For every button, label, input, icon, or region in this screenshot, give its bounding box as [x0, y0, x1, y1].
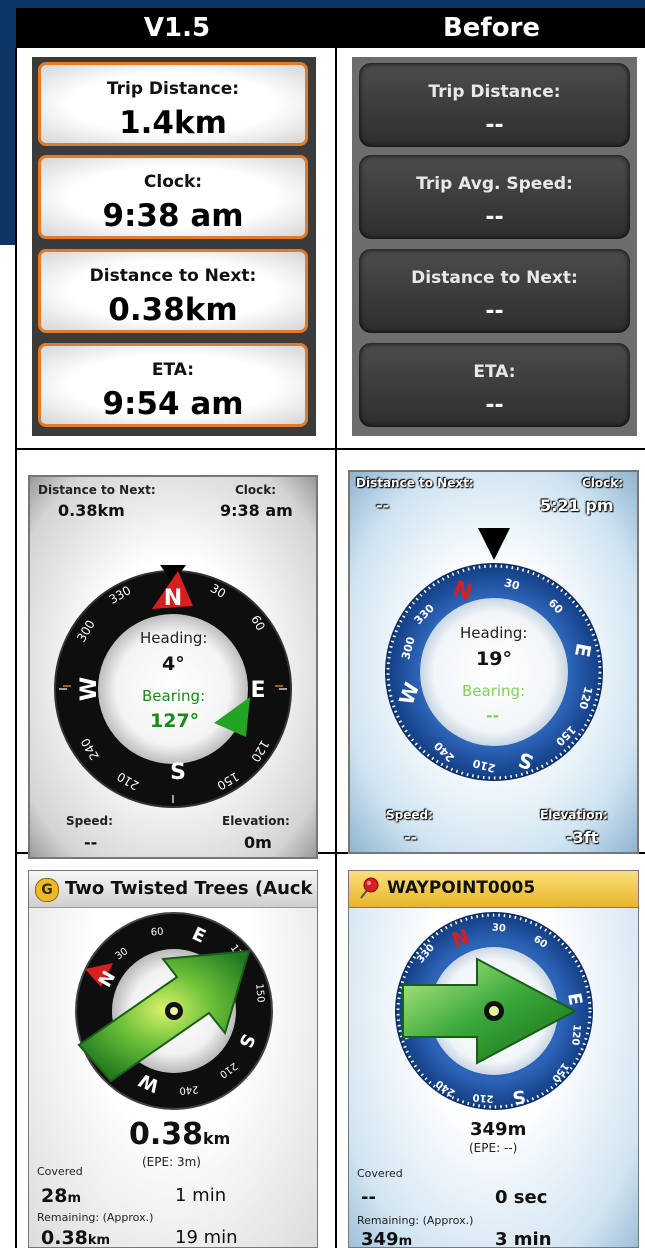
header-before: Before [442, 13, 541, 43]
grid-line-middle [335, 48, 337, 1248]
remaining-distance-unit: m [398, 1234, 413, 1248]
grid-line-left [15, 48, 17, 1248]
speed-value: -- [84, 833, 98, 852]
field-label: Trip Distance: [428, 82, 561, 102]
bearing-label: Bearing: [142, 687, 206, 705]
elevation-label: Elevation: [222, 814, 290, 828]
remaining-distance-value: 0.38 [41, 1227, 88, 1248]
tick-150: 150 [253, 983, 266, 1003]
field-label: Distance to Next: [411, 268, 578, 288]
tick-210: 210 [472, 1091, 494, 1104]
background-band [0, 0, 16, 245]
speed-value: -- [404, 828, 418, 847]
speed-label: Speed: [66, 814, 113, 828]
field-label: Distance to Next: [89, 266, 257, 286]
tick-30: 30 [491, 922, 506, 934]
field-label: Trip Distance: [106, 79, 240, 99]
navigation-old-panel: WAYPOINT0005 N E S W 30 60 120 150 210 2… [348, 870, 639, 1248]
remaining-distance-unit: km [87, 1233, 111, 1248]
field-value: -- [485, 393, 504, 418]
field-label: Clock: [143, 172, 203, 192]
remaining-distance: 349m [361, 1229, 413, 1248]
waypoint-title: WAYPOINT0005 [387, 878, 536, 898]
navigation-compass: N E S W 30 60 120 150 210 240 330 [395, 912, 593, 1110]
data-fields-new-panel: Trip Distance: 1.4km Clock: 9:38 am Dist… [32, 57, 316, 436]
field-trip-distance-old[interactable]: Trip Distance: -- [359, 63, 630, 147]
covered-distance: 28m [41, 1185, 81, 1207]
waypoint-title-bar[interactable]: WAYPOINT0005 [349, 871, 638, 908]
field-trip-distance[interactable]: Trip Distance: 1.4km [38, 62, 308, 146]
remaining-label: Remaining: (Approx.) [357, 1214, 474, 1227]
field-value: 1.4km [119, 105, 227, 141]
header-new-version: V1.5 [143, 13, 211, 43]
tick-60: 60 [150, 926, 164, 938]
geocache-icon: G [35, 878, 59, 902]
field-eta[interactable]: ETA: 9:54 am [38, 343, 308, 427]
field-distance-to-next[interactable]: Distance to Next: 0.38km [38, 249, 308, 333]
destination-title-bar[interactable]: G Two Twisted Trees (Auck [29, 871, 317, 908]
field-value: 9:54 am [102, 386, 244, 422]
field-label: ETA: [151, 360, 195, 380]
epe-text: (EPE: --) [469, 1141, 518, 1155]
remaining-label: Remaining: (Approx.) [37, 1211, 154, 1224]
top-band [0, 0, 645, 8]
compass-east-letter: E [250, 678, 265, 703]
speed-label: Speed: [386, 808, 433, 822]
pushpin-icon [360, 877, 379, 899]
covered-time: 0 sec [495, 1187, 548, 1208]
field-value: -- [485, 299, 504, 324]
compass-south-letter: S [170, 760, 186, 785]
field-value: -- [485, 113, 504, 138]
covered-distance-value: 28 [41, 1185, 68, 1207]
heading-value: 19° [476, 648, 512, 670]
destination-title: Two Twisted Trees (Auck [65, 878, 313, 899]
covered-label: Covered [37, 1165, 83, 1178]
field-value: 9:38 am [102, 198, 244, 234]
navigation-new-panel: G Two Twisted Trees (Auck N E S W 30 60 … [28, 870, 318, 1248]
field-trip-avg-speed-old[interactable]: Trip Avg. Speed: -- [359, 155, 630, 239]
navigation-compass: N E S W 30 60 120 150 210 240 [75, 912, 273, 1110]
elevation-value: -3ft [566, 828, 599, 847]
elevation-value: 0m [244, 833, 272, 852]
bearing-label: Bearing: [462, 682, 526, 700]
bearing-value: 127° [150, 710, 200, 732]
elevation-label: Elevation: [540, 808, 608, 822]
compass-old-panel: Distance to Next: -- Clock: 5:21 pm N E … [348, 470, 639, 854]
distance-value: 349m [470, 1119, 527, 1140]
distance-value: 0.38 [129, 1117, 204, 1152]
compass-new-panel: Distance to Next: 0.38km Clock: 9:38 am … [28, 475, 318, 859]
field-value: -- [485, 205, 504, 230]
remaining-distance: 0.38km [41, 1227, 111, 1248]
covered-time: 1 min [175, 1185, 227, 1206]
covered-distance: -- [361, 1187, 376, 1208]
heading-label: Heading: [140, 629, 208, 647]
field-label: ETA: [473, 362, 516, 382]
field-clock[interactable]: Clock: 9:38 am [38, 155, 308, 239]
tick-240: 240 [179, 1083, 199, 1096]
heading-label: Heading: [460, 624, 528, 642]
remaining-time: 3 min [495, 1229, 552, 1248]
heading-value: 4° [162, 653, 185, 675]
field-eta-old[interactable]: ETA: -- [359, 343, 630, 427]
compass-west-letter: W [77, 677, 102, 701]
field-distance-to-next-old[interactable]: Distance to Next: -- [359, 249, 630, 333]
epe-text: (EPE: 3m) [142, 1155, 201, 1169]
distance-readout: 0.38km [129, 1117, 230, 1152]
grid-line-row1 [15, 448, 645, 450]
tick-120: 120 [569, 1024, 582, 1046]
data-fields-old-panel: Trip Distance: -- Trip Avg. Speed: -- Di… [352, 57, 637, 436]
remaining-time: 19 min [175, 1227, 238, 1248]
covered-label: Covered [357, 1167, 403, 1180]
distance-unit: km [203, 1129, 231, 1148]
field-value: 0.38km [108, 292, 238, 328]
covered-distance-unit: m [67, 1191, 81, 1206]
compass-north-letter: N [164, 586, 182, 611]
field-label: Trip Avg. Speed: [416, 174, 573, 194]
header-bar: V1.5 Before [16, 8, 645, 48]
bearing-value: -- [486, 706, 500, 725]
remaining-distance-value: 349 [361, 1229, 399, 1248]
